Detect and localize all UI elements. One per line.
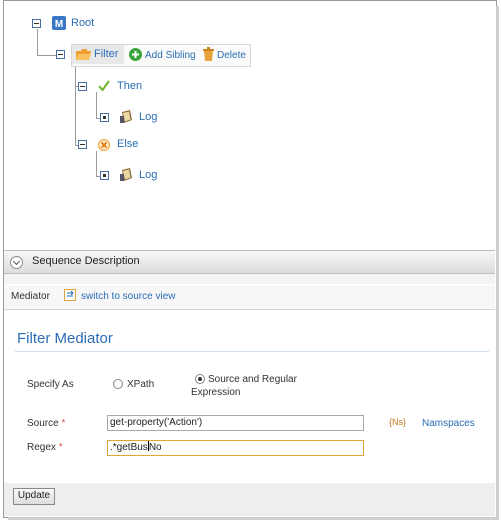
required-marker: *	[61, 418, 66, 429]
namespaces-link[interactable]: Namspaces	[422, 418, 475, 429]
folder-icon	[76, 48, 91, 63]
log-icon	[120, 168, 134, 185]
source-input[interactable]: get-property('Action')	[107, 415, 364, 431]
add-icon	[129, 48, 142, 64]
source-label: Source *	[27, 418, 65, 429]
source-regex-radio-label-line2[interactable]: Expression	[191, 387, 240, 398]
update-button[interactable]: Update	[13, 488, 55, 505]
section-divider	[4, 274, 495, 284]
frame-shadow-right	[496, 6, 499, 518]
tree-connector	[37, 55, 56, 56]
check-icon	[98, 80, 110, 95]
regex-input-value-after-caret: No	[148, 442, 162, 453]
form-button-bar	[4, 483, 495, 516]
frame-shadow-bottom	[8, 517, 499, 520]
sequence-tree: M Root Filter Add Sibling Delete Then Lo…	[4, 0, 495, 250]
chevron-down-icon[interactable]	[10, 256, 23, 269]
switch-view-icon[interactable]	[64, 289, 76, 301]
tree-connector	[96, 92, 97, 118]
tree-connector	[96, 151, 97, 176]
source-input-value: get-property('Action')	[110, 417, 203, 428]
regex-input-value-before-caret: .*getBus	[110, 442, 148, 453]
tree-node-root[interactable]: Root	[71, 17, 94, 29]
sequence-description-bar[interactable]: Sequence Description	[4, 250, 495, 274]
source-label-text: Source	[27, 418, 59, 429]
filter-collapse-toggle[interactable]	[56, 50, 65, 59]
page-title: Filter Mediator	[17, 330, 113, 347]
add-sibling-button[interactable]: Add Sibling	[145, 50, 196, 61]
tree-connector	[37, 29, 38, 55]
then-log-toggle[interactable]	[100, 113, 109, 122]
tree-node-else[interactable]: Else	[117, 138, 138, 150]
else-collapse-toggle[interactable]	[78, 140, 87, 149]
regex-label: Regex *	[27, 442, 63, 453]
tree-connector	[75, 61, 76, 145]
tree-node-else-log[interactable]: Log	[139, 169, 157, 181]
tree-node-then[interactable]: Then	[117, 80, 142, 92]
regex-label-text: Regex	[27, 442, 56, 453]
cross-icon	[98, 139, 110, 154]
namespaces-icon[interactable]: {Ns}	[389, 417, 406, 427]
log-icon	[120, 110, 134, 127]
switch-to-source-view-link[interactable]: switch to source view	[81, 291, 175, 302]
sequence-description-label: Sequence Description	[32, 255, 140, 267]
regex-input[interactable]: .*getBusNo	[107, 440, 364, 456]
svg-text:M: M	[55, 19, 63, 30]
mediator-label: Mediator	[11, 291, 50, 302]
source-regex-radio-label-line1[interactable]: Source and Regular	[208, 374, 297, 385]
mediator-bar: Mediator switch to source view	[4, 285, 495, 310]
specify-as-label: Specify As	[27, 379, 74, 390]
root-icon: M	[52, 16, 66, 33]
xpath-radio[interactable]	[113, 379, 123, 389]
xpath-radio-label[interactable]: XPath	[127, 379, 154, 390]
delete-button[interactable]: Delete	[217, 50, 246, 61]
root-collapse-toggle[interactable]	[32, 19, 41, 28]
tree-node-then-log[interactable]: Log	[139, 111, 157, 123]
title-divider	[15, 351, 489, 352]
then-collapse-toggle[interactable]	[78, 82, 87, 91]
trash-icon	[203, 47, 214, 64]
tree-node-filter[interactable]: Filter	[94, 48, 118, 60]
source-regex-radio[interactable]	[195, 374, 205, 384]
required-marker: *	[58, 442, 63, 453]
else-log-toggle[interactable]	[100, 171, 109, 180]
